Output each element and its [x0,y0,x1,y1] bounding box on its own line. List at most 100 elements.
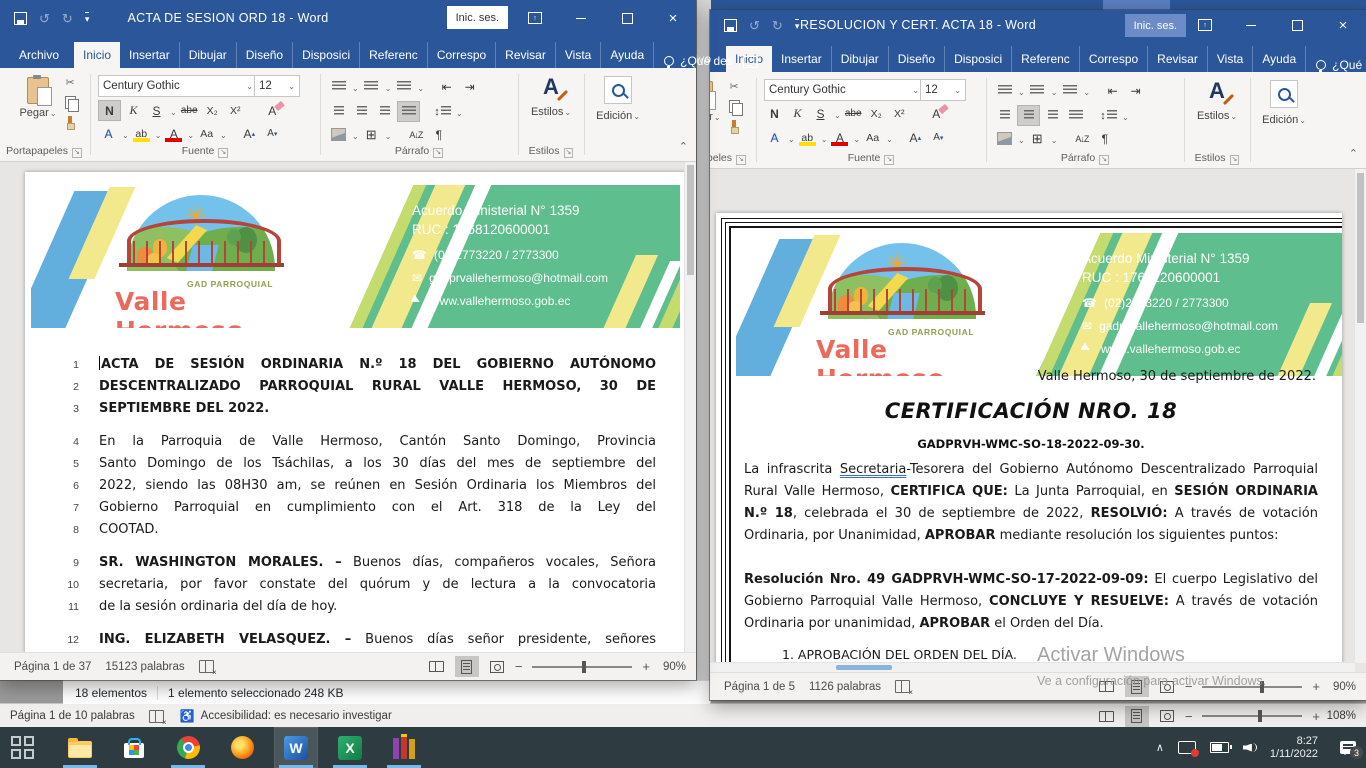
zoom-slider[interactable] [1202,715,1302,717]
tray-expand-icon[interactable]: ∧ [1156,741,1164,754]
font-color-button[interactable] [163,124,184,143]
styles-dialog-launcher[interactable] [564,148,574,158]
zoom-out-button[interactable]: − [1185,679,1193,694]
minimize-button[interactable] [558,0,604,36]
show-marks-button[interactable] [1094,129,1115,148]
highlight-button[interactable] [131,124,152,143]
underline-button[interactable] [146,101,167,120]
clear-formatting-button[interactable] [926,104,947,123]
taskbar-file-explorer-icon[interactable] [58,727,102,768]
tab-disposici[interactable]: Disposici [945,46,1012,72]
editing-button[interactable]: Edición [588,76,648,122]
strikethrough-button[interactable] [179,101,200,120]
text-effects-button[interactable] [764,128,785,147]
read-mode-button[interactable] [425,656,449,677]
zoom-slider-handle[interactable] [1260,681,1264,693]
shrink-font-button[interactable] [928,128,949,147]
tellme-label[interactable]: ¿Qué des [1332,58,1366,72]
align-left-button[interactable] [994,106,1015,125]
change-case-button[interactable] [196,124,217,143]
tellme-label[interactable]: ¿Qué des [680,54,733,68]
tab-vista[interactable]: Vista [556,42,601,68]
underline-button[interactable] [810,104,831,123]
borders-button[interactable] [361,125,382,144]
numbering-button[interactable] [361,77,382,96]
zoom-slider-handle[interactable] [582,661,586,673]
paste-button[interactable]: Pegar [710,79,724,143]
bold-button[interactable] [764,104,785,123]
clear-formatting-button[interactable] [262,101,283,120]
accessibility-icon[interactable]: ♿ [180,709,195,723]
styles-dialog-launcher[interactable] [1230,155,1240,165]
tab-revisar[interactable]: Revisar [1148,46,1208,72]
ribbon-display-options-button[interactable]: ↑ [512,0,558,36]
bg-word-count[interactable]: 0 palabras [81,710,135,722]
increase-indent-button[interactable] [1125,81,1146,100]
decrease-indent-button[interactable] [436,77,457,96]
taskbar-winrar-icon[interactable] [382,727,426,768]
print-layout-button[interactable] [455,656,479,677]
web-layout-button[interactable] [485,656,509,677]
sort-button[interactable] [405,125,426,144]
read-mode-button[interactable] [1095,706,1119,727]
font-dialog-launcher[interactable] [218,148,228,158]
clock[interactable]: 8:27 1/11/2022 [1270,735,1318,761]
battery-icon[interactable] [1210,742,1229,753]
web-layout-button[interactable] [1155,706,1179,727]
copy-icon[interactable] [729,100,740,113]
print-layout-button[interactable] [1125,676,1149,697]
font-name-combo[interactable]: Century Gothic [98,75,258,97]
close-button[interactable]: × [1320,10,1366,40]
zoom-in-button[interactable]: + [642,659,650,674]
tab-diseño[interactable]: Diseño [889,46,945,72]
bg-zoom-level[interactable]: 108% [1326,710,1356,722]
zoom-out-button[interactable]: − [1185,709,1193,724]
ribbon-display-options-button[interactable]: ↑ [1182,10,1228,40]
align-center-button[interactable] [351,102,372,121]
italic-button[interactable] [123,101,144,120]
taskbar-word-icon[interactable]: W [274,727,318,768]
tab-referenc[interactable]: Referenc [360,42,428,68]
zoom-slider-handle[interactable] [1258,710,1262,722]
titlebar[interactable]: ↺ ↻ ▾ ACTA DE SESION ORD 18 - Word Inic.… [0,0,696,36]
bullets-button[interactable] [994,81,1015,100]
zoom-in-button[interactable]: + [1312,679,1320,694]
align-center-button[interactable] [1017,105,1040,126]
cut-icon[interactable] [65,76,74,89]
font-name-combo[interactable]: Century Gothic [764,79,924,101]
zoom-level[interactable]: 90% [656,661,686,673]
bg-page-indicator[interactable]: Página 1 de 1 [10,710,81,722]
display-sync-icon[interactable] [1178,741,1196,754]
sign-in-button[interactable]: Inic. ses. [1125,14,1186,37]
taskbar-chrome-icon[interactable] [166,727,210,768]
numbering-button[interactable] [1027,81,1048,100]
zoom-level[interactable]: 90% [1326,681,1356,693]
zoom-slider[interactable] [532,666,632,668]
print-layout-button[interactable] [1125,706,1149,727]
tab-dibujar[interactable]: Dibujar [180,42,237,68]
multilevel-list-button[interactable] [1059,81,1080,100]
comments-icon[interactable] [743,56,758,68]
shrink-font-button[interactable] [262,124,283,143]
align-right-button[interactable] [374,102,395,121]
horizontal-scrollbar[interactable] [710,662,1355,672]
bullets-button[interactable] [328,77,349,96]
change-case-button[interactable] [862,128,883,147]
document-page-right[interactable]: ✳ GAD PARROQUIAL Valle Hermoso [716,213,1342,672]
subscript-button[interactable] [866,104,887,123]
tab-insertar[interactable]: Insertar [772,46,832,72]
web-layout-button[interactable] [1155,676,1179,697]
volume-icon[interactable] [1243,742,1256,754]
align-left-button[interactable] [328,102,349,121]
page-indicator[interactable]: Página 1 de 5 [724,681,795,693]
action-center-icon[interactable]: 3 [1340,741,1356,754]
paragraph-dialog-launcher[interactable] [1099,155,1109,165]
proofing-icon[interactable] [199,660,214,673]
tab-correspo[interactable]: Correspo [1080,46,1148,72]
subscript-button[interactable] [202,101,223,120]
increase-indent-button[interactable] [459,77,480,96]
justify-button[interactable] [397,101,420,122]
clipboard-dialog-launcher[interactable] [736,155,746,165]
word-count[interactable]: 15123 palabras [105,661,184,673]
font-dialog-launcher[interactable] [884,155,894,165]
